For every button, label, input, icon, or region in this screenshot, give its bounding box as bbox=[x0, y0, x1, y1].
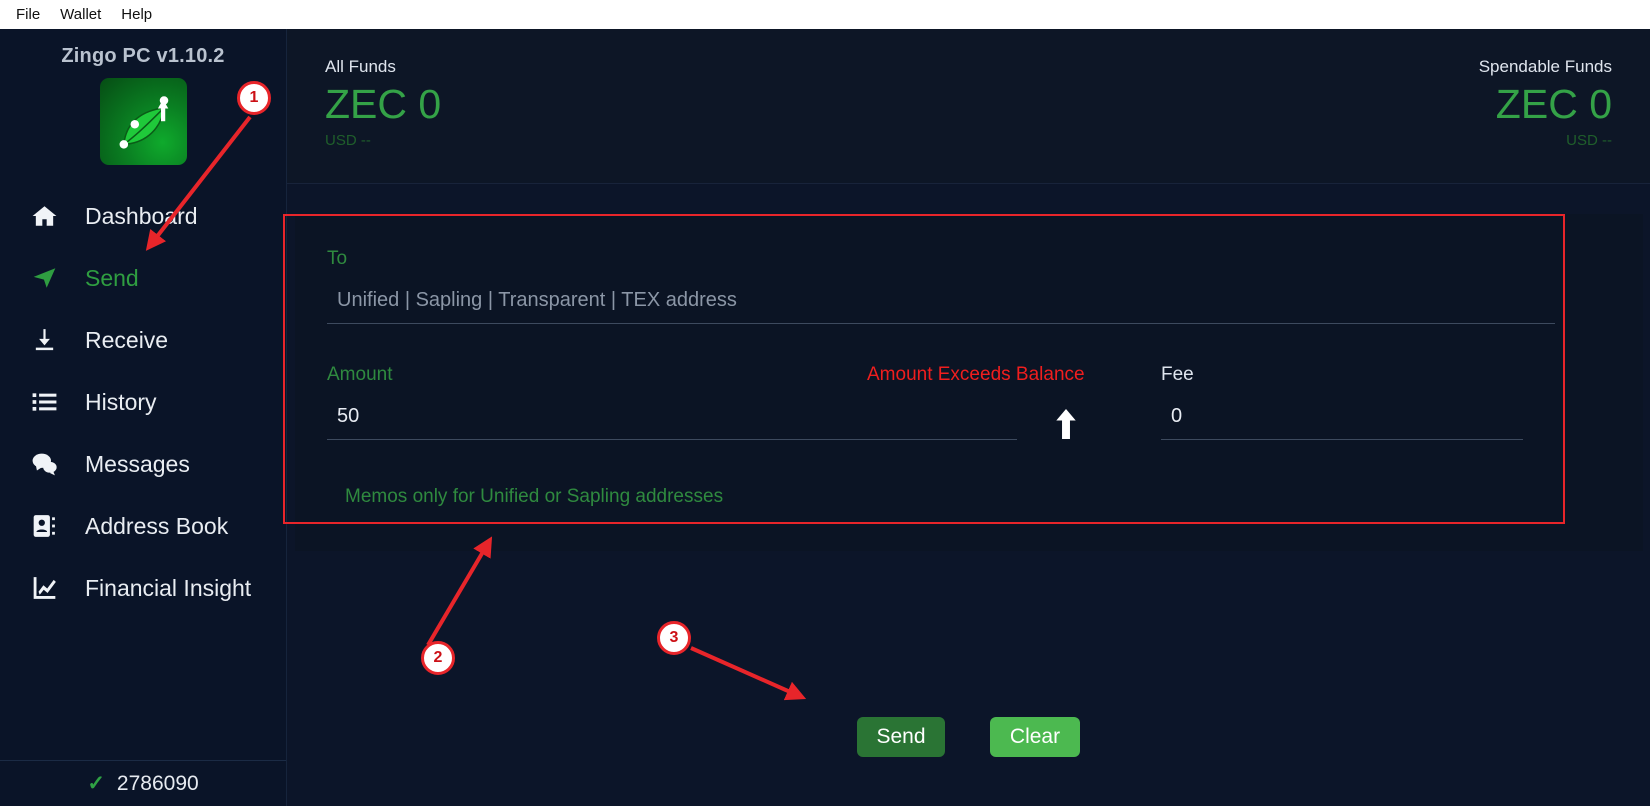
app-window: File Wallet Help Zingo PC v1.10.2 Dashbo… bbox=[0, 0, 1650, 806]
annotation-arrow-1 bbox=[145, 115, 807, 701]
